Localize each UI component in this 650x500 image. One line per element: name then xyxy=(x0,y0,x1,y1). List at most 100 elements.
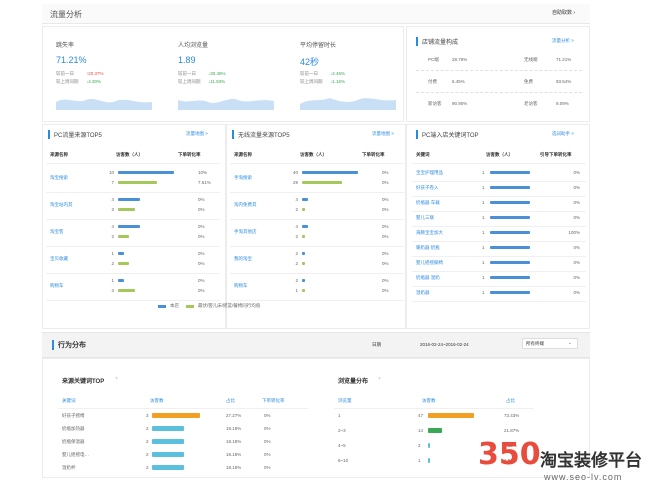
keyword-conversion: 100% xyxy=(568,230,580,235)
keyword-link[interactable]: 选词助手 > xyxy=(552,131,574,137)
source-name-link[interactable]: 手淘其他店 xyxy=(234,229,257,235)
keyword-share: 18.18% xyxy=(226,439,242,444)
keyword-bar xyxy=(490,276,530,279)
row-divider xyxy=(412,211,586,212)
legend-peer-label: 最伏/婴儿床/摇篮/餐椅同行均值 xyxy=(198,303,261,308)
shop-bar xyxy=(118,279,124,282)
composition-value: 6.45% xyxy=(452,79,465,84)
date-label: 日期 xyxy=(372,342,381,347)
column-header: 下单转化率 xyxy=(178,152,201,157)
column-header: 访客数 xyxy=(422,398,436,403)
keyword-share: 18.18% xyxy=(226,465,242,470)
row-divider xyxy=(230,192,404,193)
keyword-conversion: 0% xyxy=(264,439,271,444)
source-name-link[interactable]: 淘宝搜索 xyxy=(50,175,68,181)
keyword-link[interactable]: 婴儿摇摇躺椅 xyxy=(416,260,443,266)
peer-visitors: 2 xyxy=(111,261,114,266)
column-header: 下单转化率 xyxy=(362,152,385,157)
keyword-visitors: 2 xyxy=(146,465,149,470)
peer-visitors: 2 xyxy=(295,234,298,239)
keyword-link[interactable]: 婴儿三联 xyxy=(416,215,434,221)
legend-shop-label: 本店 xyxy=(170,303,179,308)
shop-bar xyxy=(118,198,141,201)
legend-peer-swatch xyxy=(186,305,194,308)
composition-value: 71.21% xyxy=(556,57,572,62)
self-service-data-button[interactable]: 自助取数 › xyxy=(552,9,575,16)
peer-conversion: 0% xyxy=(198,288,205,293)
peer-visitors: 2 xyxy=(111,234,114,239)
keyword-share-bar xyxy=(152,465,185,470)
date-range[interactable]: 2016-02-24~2016-02-24 xyxy=(420,342,469,347)
bucket-share-bar xyxy=(428,443,431,448)
keyword-share-bar xyxy=(152,439,185,444)
shop-visitors: 1 xyxy=(111,278,114,283)
peer-visitors: 2 xyxy=(295,261,298,266)
pc-source-link[interactable]: 流量地图 > xyxy=(186,131,208,137)
keyword-share-bar xyxy=(152,413,200,418)
keyword-visitors: 1 xyxy=(482,290,485,295)
peer-bar xyxy=(302,235,305,238)
metric-compare-label: 较上周同期 xyxy=(300,79,323,84)
keyword-bar xyxy=(490,291,530,294)
keyword-visitors: 1 xyxy=(482,215,485,220)
keyword-link[interactable]: 宝宝护理用品 xyxy=(416,170,443,176)
keyword-link[interactable]: 温奶器 xyxy=(416,290,430,296)
composition-link[interactable]: 流量分析 > xyxy=(552,38,574,44)
row-divider xyxy=(230,273,404,274)
shop-visitors: 4 xyxy=(111,224,114,229)
source-name-link[interactable]: 淘宝站内其 xyxy=(50,202,73,208)
shop-visitors: 4 xyxy=(295,197,298,202)
bucket-share: 21.87% xyxy=(504,428,520,433)
source-name-link[interactable]: 我的淘宝 xyxy=(234,256,252,262)
keyword-visitors: 1 xyxy=(482,185,485,190)
shop-conversion: 0% xyxy=(198,197,205,202)
source-name-link[interactable]: 宝贝收藏 xyxy=(50,256,68,262)
keyword-link[interactable]: 好孩子卷入 xyxy=(416,185,439,191)
traffic-analysis-header xyxy=(42,4,590,24)
legend-shop-swatch xyxy=(158,305,166,308)
help-icon: ? xyxy=(378,376,381,381)
shop-conversion: 10% xyxy=(198,170,208,175)
keyword-link[interactable]: 奶瓶器 车载 xyxy=(416,200,440,206)
keyword-link[interactable]: 暖奶器 奶瓶 xyxy=(416,245,440,251)
peer-visitors: 7 xyxy=(111,180,114,185)
row-divider xyxy=(412,241,586,242)
metric-compare-value: ↓2.45% xyxy=(330,71,346,76)
metric-value: 1.89 xyxy=(178,55,196,65)
bucket-visitors: 47 xyxy=(418,413,424,418)
keyword-link[interactable]: 奶瓶器 温奶 xyxy=(416,275,440,281)
keyword-visitors: 2 xyxy=(146,426,149,431)
keyword-conversion: 0% xyxy=(264,465,271,470)
composition-value: 28.78% xyxy=(452,57,468,62)
shop-bar xyxy=(302,171,358,174)
row-divider xyxy=(46,192,220,193)
keyword-link[interactable]: 海豚宝宝加大 xyxy=(416,230,443,236)
behavior-kw-title: 来源关键词TOP xyxy=(62,379,105,385)
peer-bar xyxy=(118,235,130,238)
wireless-source-link[interactable]: 流量地图 > xyxy=(372,131,394,137)
keyword-conversion: 0% xyxy=(573,260,580,265)
keyword-conversion: 0% xyxy=(573,170,580,175)
column-header: 占比 xyxy=(226,398,235,403)
peer-visitors: 3 xyxy=(111,288,114,293)
column-header: 访客数（人） xyxy=(486,152,513,157)
shop-visitors: 2 xyxy=(295,278,298,283)
header-divider xyxy=(334,408,534,409)
behavior-title: 行为分布 xyxy=(52,340,86,350)
source-name-link[interactable]: 购物车 xyxy=(50,283,64,289)
peer-bar xyxy=(118,262,130,265)
header-divider xyxy=(46,163,220,164)
source-name-link[interactable]: 淘内免费其 xyxy=(234,202,257,208)
keyword-conversion: 0% xyxy=(573,275,580,280)
keyword-conversion: 0% xyxy=(573,185,580,190)
source-name-link[interactable]: 手淘搜索 xyxy=(234,175,252,181)
pageview-bucket: 6~10 xyxy=(338,458,349,463)
keyword-conversion: 0% xyxy=(573,200,580,205)
keyword-visitors: 3 xyxy=(146,413,149,418)
peer-bar xyxy=(118,208,135,211)
metric-value: 71.21% xyxy=(56,55,87,65)
source-name-link[interactable]: 购物车 xyxy=(234,283,248,289)
source-name-link[interactable]: 淘宝客 xyxy=(50,229,64,235)
keyword-visitors: 1 xyxy=(482,275,485,280)
row-divider xyxy=(412,196,586,197)
